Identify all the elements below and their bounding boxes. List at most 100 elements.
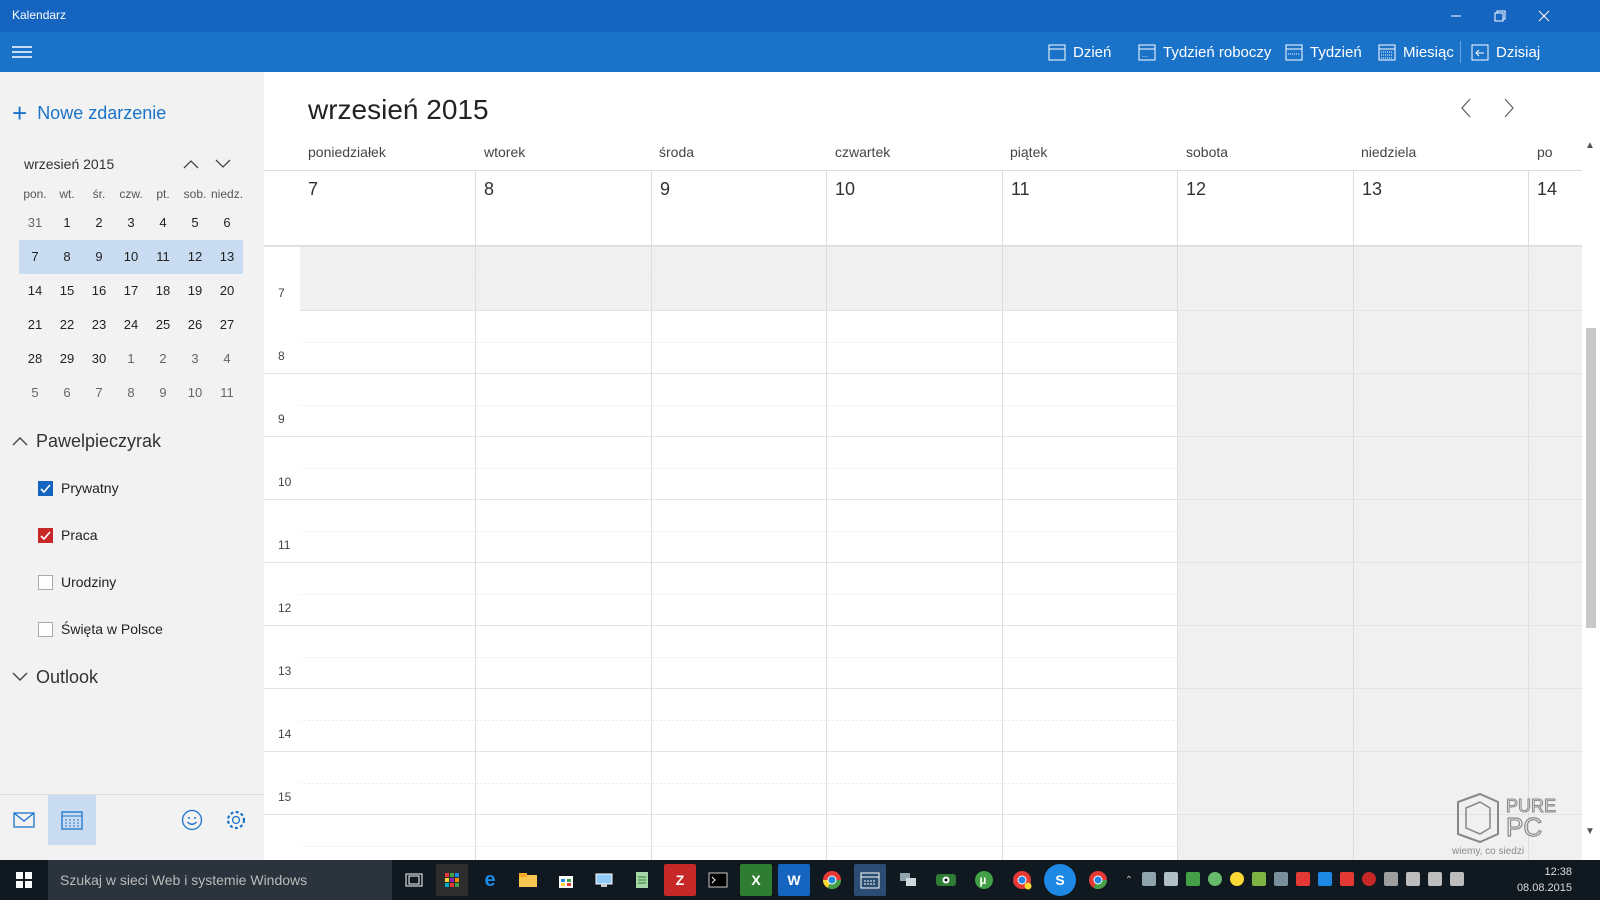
blue-app-tray-icon[interactable]	[1318, 872, 1332, 886]
day-column[interactable]	[1528, 246, 1582, 860]
view-week-button[interactable]: Tydzień	[1285, 37, 1362, 67]
red-app-tray-icon[interactable]	[1296, 872, 1310, 886]
mini-day[interactable]: 5	[179, 206, 211, 240]
filezilla-icon[interactable]: Z	[664, 864, 696, 896]
mini-day[interactable]: 9	[147, 376, 179, 410]
network-monitor-icon[interactable]	[892, 864, 924, 896]
mini-day[interactable]: 14	[19, 274, 51, 308]
mini-day[interactable]: 1	[115, 342, 147, 376]
settings-button[interactable]	[212, 795, 260, 845]
storage-tray-icon[interactable]	[1164, 872, 1178, 886]
mini-day[interactable]: 6	[51, 376, 83, 410]
day-column[interactable]	[826, 246, 1002, 860]
mini-day[interactable]: 28	[19, 342, 51, 376]
mini-day[interactable]: 1	[51, 206, 83, 240]
account-pawelpieczyrak-toggle[interactable]: Pawelpieczyrak	[12, 428, 161, 454]
mini-day[interactable]: 8	[51, 240, 83, 274]
mini-day[interactable]: 21	[19, 308, 51, 342]
restore-button[interactable]	[1478, 0, 1522, 32]
mini-day[interactable]: 18	[147, 274, 179, 308]
day-header-cell[interactable]: 7	[300, 171, 475, 247]
mini-day[interactable]: 2	[147, 342, 179, 376]
mini-day[interactable]: 8	[115, 376, 147, 410]
day-header-cell[interactable]: 10	[826, 171, 1002, 247]
minimize-button[interactable]	[1434, 0, 1478, 32]
command-prompt-icon[interactable]	[702, 864, 734, 896]
mini-day[interactable]: 5	[19, 376, 51, 410]
mini-day[interactable]: 15	[51, 274, 83, 308]
day-header-cell[interactable]: 8	[475, 171, 651, 247]
account-outlook-toggle[interactable]: Outlook	[12, 664, 98, 690]
mini-day[interactable]: 11	[211, 376, 243, 410]
day-column[interactable]	[1353, 246, 1528, 860]
mini-day[interactable]: 9	[83, 240, 115, 274]
start-tiles-icon[interactable]	[436, 864, 468, 896]
onedrive-tray-icon[interactable]	[1142, 872, 1156, 886]
mini-day[interactable]: 20	[211, 274, 243, 308]
taskbar-search-box[interactable]: Szukaj w sieci Web i systemie Windows	[48, 860, 392, 900]
scrollbar-thumb[interactable]	[1586, 328, 1596, 628]
chrome-tray-icon[interactable]	[1230, 872, 1244, 886]
excel-icon[interactable]: X	[740, 864, 772, 896]
day-header-cell[interactable]: 13	[1353, 171, 1528, 247]
usb-tray-icon[interactable]	[1274, 872, 1288, 886]
file-explorer-icon[interactable]	[512, 864, 544, 896]
mini-day[interactable]: 22	[51, 308, 83, 342]
mini-day[interactable]: 10	[115, 240, 147, 274]
calendar-praca-checkbox[interactable]: Praca	[38, 524, 98, 546]
mini-day[interactable]: 4	[147, 206, 179, 240]
mini-day[interactable]: 30	[83, 342, 115, 376]
mini-day[interactable]: 4	[211, 342, 243, 376]
mini-day[interactable]: 26	[179, 308, 211, 342]
mini-day[interactable]: 23	[83, 308, 115, 342]
view-day-button[interactable]: Dzień	[1048, 37, 1111, 67]
vertical-scrollbar[interactable]: ▲ ▼	[1582, 140, 1600, 860]
taskbar-clock[interactable]: 12:38 08.08.2015	[1512, 864, 1572, 896]
notepad-icon[interactable]	[626, 864, 658, 896]
previous-week-button[interactable]	[1450, 92, 1482, 124]
close-button[interactable]	[1522, 0, 1566, 32]
calendar-taskbar-icon[interactable]	[854, 864, 886, 896]
mini-day[interactable]: 19	[179, 274, 211, 308]
edge-browser-icon[interactable]: e	[474, 864, 506, 896]
scroll-up-arrow-icon[interactable]: ▲	[1585, 140, 1595, 151]
pocket-tray-icon[interactable]	[1340, 872, 1354, 886]
hamburger-menu-button[interactable]	[8, 38, 36, 66]
word-icon[interactable]: W	[778, 864, 810, 896]
calendar-app-button[interactable]	[48, 795, 96, 845]
calendar-swieta-checkbox[interactable]: Święta w Polsce	[38, 618, 163, 640]
day-column[interactable]	[651, 246, 826, 860]
next-week-button[interactable]	[1493, 92, 1525, 124]
tray-expand-icon[interactable]: ⌃	[1120, 864, 1138, 896]
network-tray-icon[interactable]	[1384, 872, 1398, 886]
mini-day[interactable]: 17	[115, 274, 147, 308]
mini-day[interactable]: 29	[51, 342, 83, 376]
mini-day[interactable]: 31	[19, 206, 51, 240]
today-button[interactable]: Dzisiaj	[1471, 37, 1540, 67]
mini-day[interactable]: 6	[211, 206, 243, 240]
day-column[interactable]	[1177, 246, 1353, 860]
mini-day[interactable]: 3	[179, 342, 211, 376]
action-center-tray-icon[interactable]	[1450, 872, 1464, 886]
skype-icon[interactable]: S	[1044, 864, 1076, 896]
mini-day[interactable]: 2	[83, 206, 115, 240]
start-button[interactable]	[0, 860, 48, 900]
day-header-cell[interactable]: 12	[1177, 171, 1353, 247]
day-header-cell[interactable]: 14	[1528, 171, 1582, 247]
mini-day[interactable]: 7	[19, 240, 51, 274]
day-column[interactable]	[1002, 246, 1177, 860]
mini-day[interactable]: 13	[211, 240, 243, 274]
chrome-second-icon[interactable]	[1082, 864, 1114, 896]
google-drive-tray-icon[interactable]	[1186, 872, 1200, 886]
mini-calendar-next-button[interactable]	[210, 152, 236, 176]
mini-calendar-prev-button[interactable]	[178, 152, 204, 176]
chrome-profile-icon[interactable]	[1006, 864, 1038, 896]
day-column[interactable]	[475, 246, 651, 860]
mini-day[interactable]: 25	[147, 308, 179, 342]
day-header-cell[interactable]: 11	[1002, 171, 1177, 247]
view-work-week-button[interactable]: ... Tydzień roboczy	[1138, 37, 1271, 67]
view-month-button[interactable]: Miesiąc	[1378, 37, 1454, 67]
calendar-prywatny-checkbox[interactable]: Prywatny	[38, 477, 119, 499]
utorrent-icon[interactable]: µ	[968, 864, 1000, 896]
mini-day[interactable]: 27	[211, 308, 243, 342]
